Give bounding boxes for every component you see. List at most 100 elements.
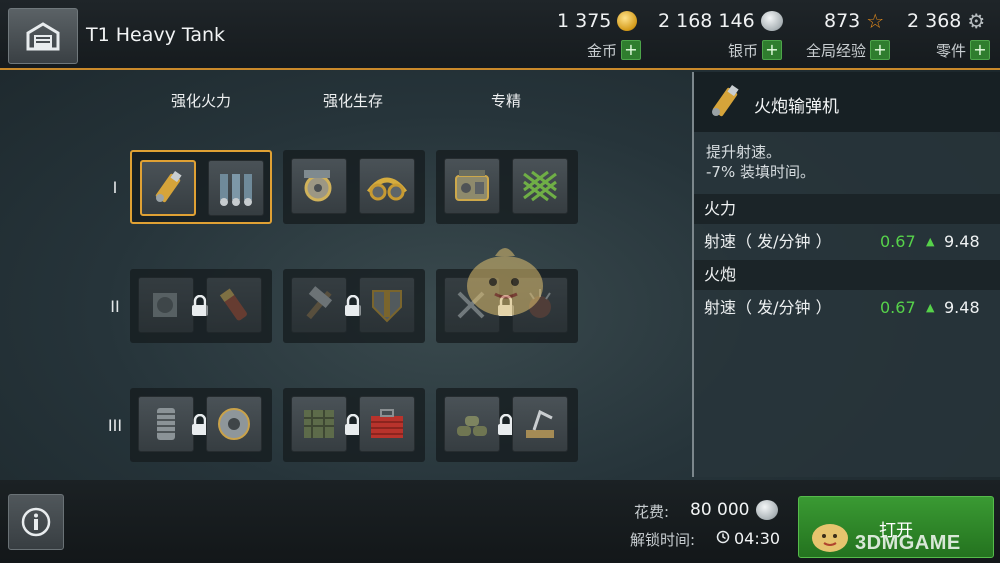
module-group-specialization-3[interactable] <box>436 388 578 462</box>
module-group-survival-1[interactable] <box>283 150 425 224</box>
cost-label: 花费: <box>634 503 670 521</box>
module-slot[interactable] <box>359 396 415 452</box>
gold-label-row: 金币 + <box>577 39 641 61</box>
module-slot[interactable] <box>359 158 415 214</box>
stat-new-value: 9.48 <box>944 298 980 317</box>
garage-button[interactable] <box>8 8 78 64</box>
turbine-icon <box>218 408 250 440</box>
silver-amount: 2 168 146 <box>658 10 783 32</box>
xp-label-row: 全局经验 + <box>792 39 890 61</box>
toolbox-icon <box>371 409 403 438</box>
xp-amount: 873 ☆ <box>824 10 884 32</box>
gold-value: 1 375 <box>557 10 612 32</box>
column-firepower: 强化火力 <box>170 92 231 110</box>
stat-row: 射速（ 发/分钟 ） 0.67 ▲ 9.48 <box>694 291 1000 325</box>
tier-label-2: II <box>110 297 120 316</box>
module-group-survival-2[interactable] <box>283 269 425 343</box>
arrow-up-icon: ▲ <box>926 301 935 314</box>
cost-value: 80 000 <box>690 500 750 520</box>
module-slot[interactable] <box>444 396 500 452</box>
stat-label: 射速（ 发/分钟 ） <box>704 232 832 251</box>
tier-label-1: I <box>112 178 118 197</box>
top-bar: T1 Heavy Tank 1 375 金币 + 2 168 146 银币 + … <box>0 0 1000 70</box>
add-silver-button[interactable]: + <box>762 40 782 60</box>
clock-icon <box>716 530 730 544</box>
silver-label-row: 银币 + <box>716 39 782 61</box>
module-slot[interactable] <box>138 277 194 333</box>
stat-label: 射速（ 发/分钟 ） <box>704 298 832 317</box>
info-button[interactable] <box>8 494 64 550</box>
module-title: 火炮输弹机 <box>754 97 839 117</box>
camo-net-icon <box>304 410 334 438</box>
module-slot[interactable] <box>291 396 347 452</box>
silver-label: 银币 <box>727 41 758 60</box>
net-icon <box>523 170 557 202</box>
parts-value: 2 368 <box>907 10 962 32</box>
watermark-text: 3DMGAME <box>855 532 961 554</box>
silver-coin-icon <box>756 500 778 520</box>
module-detail-panel: 火炮输弹机 提升射速。 -7% 装填时间。 火力 射速（ 发/分钟 ） 0.67… <box>692 72 1000 477</box>
engine-icon <box>304 170 332 202</box>
stat-current-value: 0.67 <box>880 298 916 317</box>
module-slot[interactable] <box>512 396 568 452</box>
column-survival: 强化生存 <box>322 92 383 110</box>
tier-label-3: III <box>107 416 123 435</box>
hammer-icon <box>306 286 333 320</box>
rockets-icon <box>220 174 252 206</box>
mascot-logo-icon <box>812 524 848 552</box>
gold-amount: 1 375 <box>557 10 638 32</box>
description-line: -7% 装填时间。 <box>706 163 815 181</box>
module-slot[interactable] <box>291 277 347 333</box>
stat-row: 射速（ 发/分钟 ） 0.67 ▲ 9.48 <box>694 225 1000 259</box>
spring-coil-icon <box>157 408 175 440</box>
parts-amount: 2 368 ⚙ <box>907 10 985 32</box>
module-slot[interactable] <box>138 396 194 452</box>
description-line: 提升射速。 <box>706 143 782 161</box>
module-group-firepower-1[interactable] <box>130 150 272 224</box>
garage-icon <box>26 22 60 51</box>
shell-rammer-icon <box>155 170 182 203</box>
panel-header: 火炮输弹机 <box>694 72 1000 132</box>
arrow-up-icon: ▲ <box>926 235 935 248</box>
radio-icon <box>455 170 489 201</box>
module-slot[interactable] <box>512 158 568 214</box>
module-slot[interactable] <box>206 277 262 333</box>
stat-current-value: 0.67 <box>880 232 916 251</box>
module-slot[interactable] <box>291 158 347 214</box>
unlock-time-value: 04:30 <box>734 529 781 548</box>
xp-label: 全局经验 <box>805 41 866 60</box>
armor-plate-icon <box>372 290 402 323</box>
parts-label: 零件 <box>935 41 966 60</box>
tank-name: T1 Heavy Tank <box>86 24 226 46</box>
module-group-firepower-2[interactable] <box>130 269 272 343</box>
stat-new-value: 9.48 <box>944 232 980 251</box>
silver-value: 2 168 146 <box>658 10 755 32</box>
parts-label-row: 零件 + <box>920 39 990 61</box>
xp-value: 873 <box>824 10 861 32</box>
module-description: 提升射速。 -7% 装填时间。 <box>706 142 815 182</box>
goggles-icon <box>367 177 407 201</box>
add-xp-button[interactable]: + <box>870 40 890 60</box>
module-slot[interactable] <box>208 160 264 216</box>
module-slot[interactable] <box>359 277 415 333</box>
mascot-watermark-icon <box>467 248 543 316</box>
gold-coin-icon <box>617 11 638 31</box>
module-slot[interactable] <box>444 158 500 214</box>
module-group-firepower-3[interactable] <box>130 388 272 462</box>
section-head-gun: 火炮 <box>694 260 1000 290</box>
info-icon <box>21 507 51 537</box>
module-group-survival-3[interactable] <box>283 388 425 462</box>
module-slot[interactable] <box>140 160 196 216</box>
crane-icon <box>526 409 554 438</box>
unlock-time-label: 解锁时间: <box>630 531 696 549</box>
shell-rammer-icon <box>712 84 739 117</box>
module-group-specialization-1[interactable] <box>436 150 578 224</box>
module-slot[interactable] <box>206 396 262 452</box>
cannon-breech-icon <box>153 293 177 317</box>
silver-coin-icon <box>760 11 783 31</box>
sandbags-icon <box>457 416 487 436</box>
gear-icon: ⚙ <box>967 9 986 33</box>
add-parts-button[interactable]: + <box>970 40 990 60</box>
column-specialization: 专精 <box>490 92 521 110</box>
add-gold-button[interactable]: + <box>621 40 641 60</box>
